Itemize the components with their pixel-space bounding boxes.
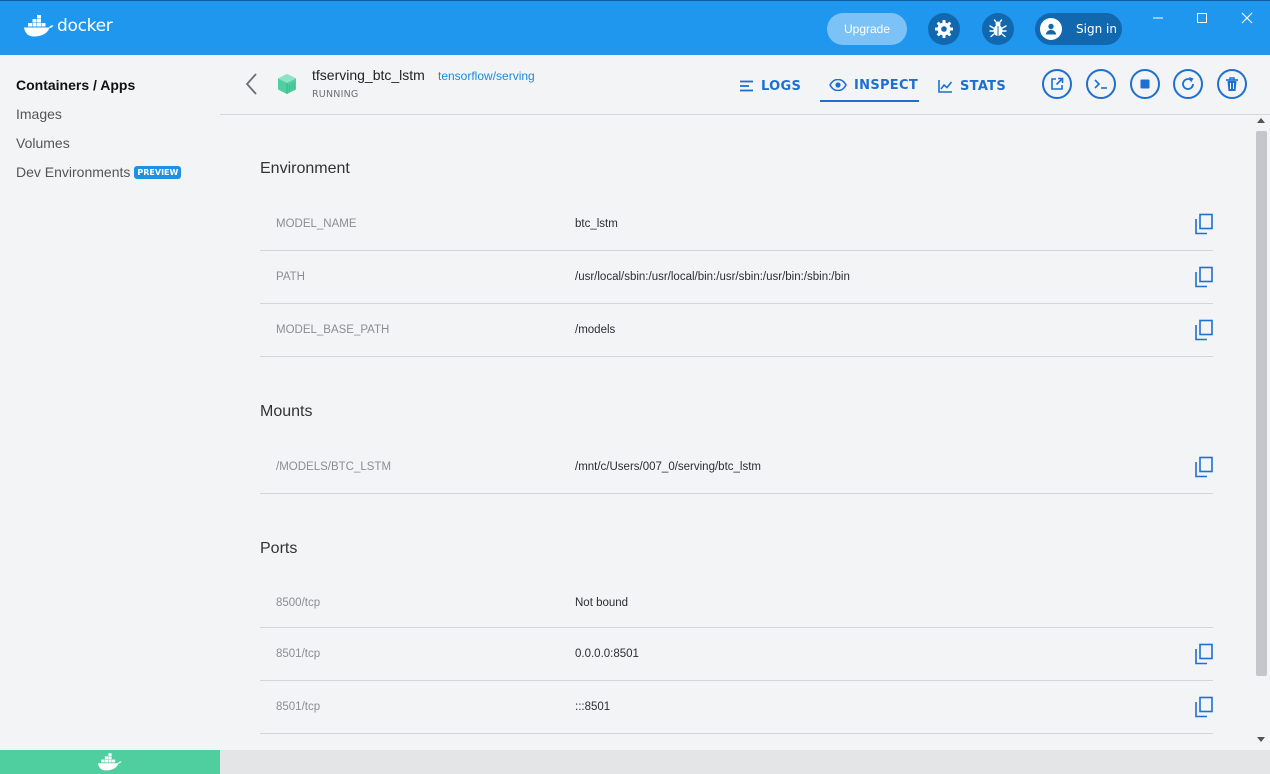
container-status: RUNNING	[312, 89, 359, 100]
cli-icon	[1094, 79, 1107, 89]
scroll-down-arrow-icon[interactable]	[1257, 737, 1265, 742]
port-key: 8500/tcp	[276, 596, 321, 609]
sign-in-label: Sign in	[1076, 22, 1117, 36]
port-value: 0.0.0.0:8501	[575, 648, 639, 660]
scroll-up-arrow-icon[interactable]	[1257, 118, 1265, 123]
top-bar: docker Upgrade Sign in	[0, 0, 1270, 55]
gear-icon	[935, 20, 953, 38]
tab-label: INSPECT	[854, 77, 918, 93]
port-value: :::8501	[575, 701, 611, 713]
env-key: PATH	[276, 271, 305, 283]
port-row: 8501/tcp 0.0.0.0:8501	[260, 628, 1213, 681]
open-browser-icon	[1051, 77, 1064, 90]
sidebar-item-dev-environments[interactable]: Dev Environments PREVIEW	[16, 164, 182, 180]
mount-key: /MODELS/BTC_LSTM	[276, 461, 392, 473]
env-key: MODEL_NAME	[276, 218, 357, 230]
close-icon	[1241, 12, 1253, 24]
port-value: Not bound	[575, 596, 629, 609]
env-row: PATH /usr/local/sbin:/usr/local/bin:/usr…	[260, 251, 1213, 304]
mount-value: /mnt/c/Users/007_0/serving/btc_lstm	[575, 461, 761, 473]
copy-icon[interactable]	[1194, 213, 1214, 235]
open-in-browser-button[interactable]	[1042, 69, 1072, 99]
user-avatar-icon	[1040, 18, 1062, 40]
sidebar-item-label: Dev Environments	[16, 164, 131, 180]
copy-icon[interactable]	[1194, 696, 1214, 718]
close-window-button[interactable]	[1237, 9, 1257, 27]
cli-button[interactable]	[1086, 69, 1116, 99]
tab-stats[interactable]: STATS	[938, 70, 1006, 102]
section-title-ports: Ports	[260, 540, 298, 557]
sign-in-button[interactable]: Sign in	[1035, 13, 1122, 45]
upgrade-button[interactable]: Upgrade	[827, 13, 907, 45]
preview-badge: PREVIEW	[134, 166, 182, 179]
env-value: /models	[575, 324, 616, 336]
copy-icon[interactable]	[1194, 456, 1214, 478]
mount-row: /MODELS/BTC_LSTM /mnt/c/Users/007_0/serv…	[260, 441, 1213, 494]
docker-whale-icon	[24, 15, 54, 37]
eye-icon	[829, 79, 847, 91]
stop-icon	[1140, 79, 1150, 89]
sidebar	[0, 55, 220, 750]
app-name: docker	[57, 16, 113, 36]
tab-logs[interactable]: LOGS	[740, 70, 801, 102]
port-key: 8501/tcp	[276, 701, 321, 713]
sidebar-item-containers[interactable]: Containers / Apps	[16, 77, 135, 93]
tab-label: LOGS	[761, 78, 802, 94]
tab-label: STATS	[960, 78, 1007, 94]
port-key: 8501/tcp	[276, 648, 321, 660]
logs-icon	[740, 80, 753, 92]
minimize-button[interactable]	[1148, 9, 1168, 27]
container-icon	[278, 74, 296, 94]
restart-icon	[1182, 77, 1194, 90]
minimize-icon	[1153, 17, 1163, 19]
docker-whale-icon	[98, 753, 122, 771]
engine-status-bar[interactable]	[0, 750, 220, 774]
container-name: tfserving_btc_lstm	[312, 67, 425, 83]
stop-button[interactable]	[1130, 69, 1160, 99]
scrollbar-thumb[interactable]	[1256, 131, 1267, 676]
copy-icon[interactable]	[1194, 319, 1214, 341]
port-row: 8501/tcp :::8501	[260, 681, 1213, 734]
maximize-icon	[1197, 13, 1207, 23]
sidebar-item-volumes[interactable]: Volumes	[16, 135, 70, 151]
env-key: MODEL_BASE_PATH	[276, 324, 390, 336]
env-value: btc_lstm	[575, 218, 618, 230]
env-value: /usr/local/sbin:/usr/local/bin:/usr/sbin…	[575, 271, 850, 283]
tab-inspect[interactable]: INSPECT	[820, 70, 919, 102]
maximize-button[interactable]	[1192, 9, 1212, 27]
port-row: 8500/tcp Not bound	[260, 578, 1213, 628]
troubleshoot-button[interactable]	[982, 13, 1014, 45]
restart-button[interactable]	[1173, 69, 1203, 99]
docker-logo: docker	[24, 15, 113, 37]
bug-icon	[989, 19, 1007, 38]
copy-icon[interactable]	[1194, 266, 1214, 288]
env-row: MODEL_NAME btc_lstm	[260, 198, 1213, 251]
settings-button[interactable]	[928, 13, 960, 45]
delete-button[interactable]	[1217, 69, 1247, 99]
delete-icon	[1226, 76, 1238, 91]
env-row: MODEL_BASE_PATH /models	[260, 304, 1213, 357]
section-title-mounts: Mounts	[260, 403, 313, 420]
section-title-environment: Environment	[260, 160, 350, 177]
copy-icon[interactable]	[1194, 643, 1214, 665]
chart-icon	[938, 79, 953, 93]
back-arrow-icon[interactable]	[245, 72, 259, 96]
container-image-link[interactable]: tensorflow/serving	[438, 69, 535, 83]
sidebar-item-images[interactable]: Images	[16, 106, 62, 122]
bottom-bar	[220, 750, 1270, 774]
